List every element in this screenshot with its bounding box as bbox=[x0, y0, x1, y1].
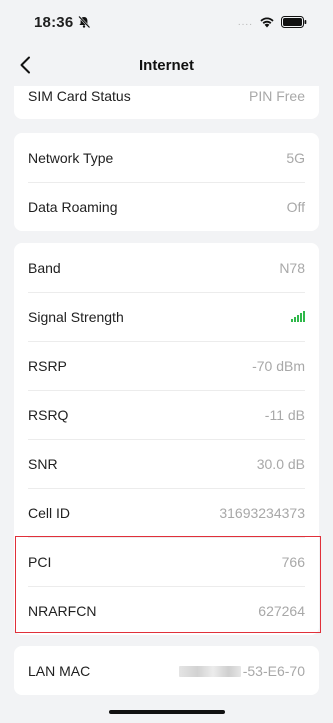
row-label: SIM Card Status bbox=[28, 87, 131, 104]
status-icons: .... bbox=[238, 16, 307, 28]
mac-redaction bbox=[178, 666, 241, 678]
row-value: Off bbox=[286, 198, 305, 215]
row-value: 627264 bbox=[258, 602, 305, 619]
row-label: RSRP bbox=[28, 357, 67, 374]
pci-row: PCI 766 bbox=[14, 537, 319, 586]
row-label: PCI bbox=[28, 553, 52, 570]
signal-strength-row: Signal Strength bbox=[14, 292, 319, 341]
cell-id-row: Cell ID 31693234373 bbox=[14, 488, 319, 537]
row-label: SNR bbox=[28, 455, 58, 472]
status-time: 18:36 bbox=[34, 13, 74, 31]
row-label: Band bbox=[28, 259, 61, 276]
row-label: Network Type bbox=[28, 149, 114, 166]
lan-mac-row: LAN MAC -53-E6-70 bbox=[14, 646, 319, 695]
row-value: 766 bbox=[281, 553, 305, 570]
row-value: N78 bbox=[279, 259, 305, 276]
row-label: NRARFCN bbox=[28, 602, 97, 619]
home-indicator[interactable] bbox=[109, 710, 225, 714]
band-row: Band N78 bbox=[14, 243, 319, 292]
row-value: -70 dBm bbox=[252, 357, 305, 374]
page-title: Internet bbox=[138, 56, 194, 74]
row-label: RSRQ bbox=[28, 406, 69, 423]
row-value: 30.0 dB bbox=[256, 455, 305, 472]
data-roaming-row: Data Roaming Off bbox=[14, 182, 319, 231]
back-button[interactable] bbox=[14, 53, 36, 77]
signal-dots: .... bbox=[237, 16, 253, 28]
mac-visible-part: -53-E6-70 bbox=[242, 662, 305, 679]
row-label: Data Roaming bbox=[28, 198, 118, 215]
network-type-row: Network Type 5G bbox=[14, 133, 319, 182]
lan-card: LAN MAC -53-E6-70 bbox=[14, 646, 319, 695]
row-label: LAN MAC bbox=[28, 662, 91, 679]
row-value: PIN Free bbox=[248, 87, 305, 104]
status-bar: 18:36 .... bbox=[0, 0, 333, 44]
nav-bar-overlay: Internet bbox=[0, 44, 333, 86]
nrarfcn-row: NRARFCN 627264 bbox=[14, 586, 319, 635]
network-card: Network Type 5G Data Roaming Off bbox=[14, 133, 319, 231]
rsrq-row: RSRQ -11 dB bbox=[14, 390, 319, 439]
row-value: -11 dB bbox=[264, 406, 305, 423]
rsrp-row: RSRP -70 dBm bbox=[14, 341, 319, 390]
status-time-group: 18:36 bbox=[34, 14, 91, 31]
row-value: 31693234373 bbox=[219, 504, 305, 521]
snr-row: SNR 30.0 dB bbox=[14, 439, 319, 488]
chevron-left-icon bbox=[20, 56, 30, 74]
row-value: 5G bbox=[286, 149, 305, 166]
signal-bars-icon bbox=[291, 311, 305, 322]
battery-icon bbox=[281, 16, 307, 28]
mac-value: -53-E6-70 bbox=[178, 662, 305, 679]
row-label: Cell ID bbox=[28, 504, 71, 521]
wifi-icon bbox=[260, 17, 274, 28]
cell-info-card: Band N78 Signal Strength RSRP -70 dBm RS… bbox=[14, 243, 319, 635]
row-label: Signal Strength bbox=[28, 308, 124, 325]
bell-slash-icon bbox=[78, 15, 91, 29]
